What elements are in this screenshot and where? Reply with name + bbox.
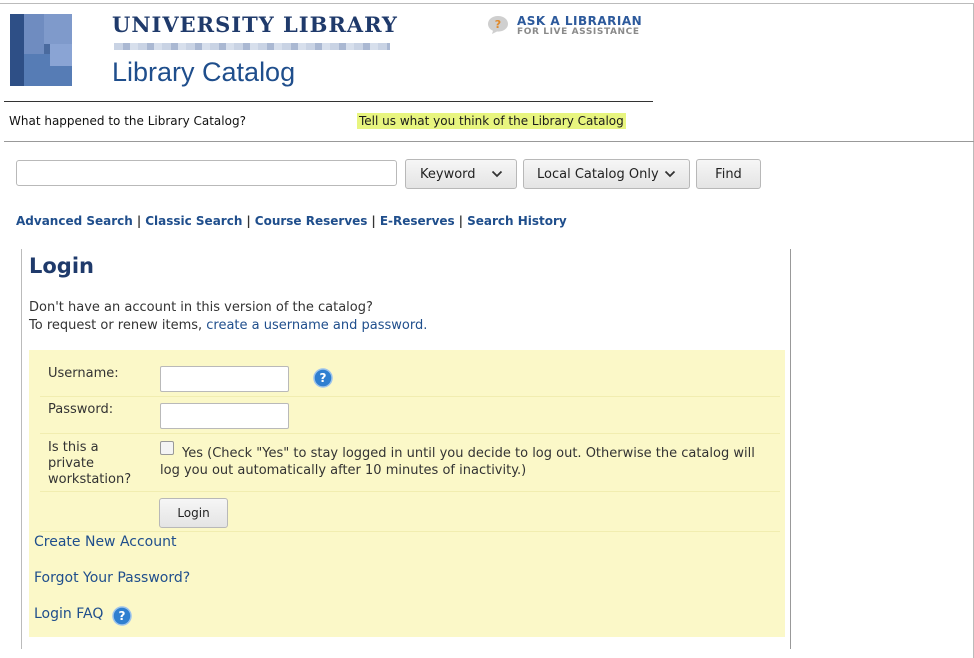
intro-prefix: To request or renew items, [29,318,207,333]
university-subtitle-bar [114,43,390,50]
chevron-down-icon [664,170,676,178]
ask-librarian-subtitle[interactable]: FOR LIVE ASSISTANCE [517,27,640,37]
header-divider [4,101,653,102]
what-happened-link[interactable]: What happened to the Library Catalog? [9,114,246,128]
create-account-link[interactable]: Create New Account [34,534,176,550]
content-panel-border-left [21,249,22,649]
form-row-divider [40,396,780,397]
find-button[interactable]: Find [696,159,761,189]
search-type-dropdown[interactable]: Keyword [405,159,517,189]
forgot-password-link[interactable]: Forgot Your Password? [34,570,190,586]
help-icon[interactable]: ? [313,368,333,388]
link-separator: | [246,214,251,228]
library-logo[interactable] [10,14,72,86]
password-field[interactable] [160,403,289,429]
svg-text:?: ? [495,18,501,31]
search-input[interactable] [16,160,397,186]
login-form [29,350,785,637]
catalog-title[interactable]: Library Catalog [112,57,295,88]
private-workstation-description: Yes (Check "Yes" to stay logged in until… [160,446,755,478]
link-separator: | [458,214,464,228]
link-separator: | [371,214,376,228]
link-separator: | [136,214,142,228]
question-bubble-icon[interactable]: ? [487,15,509,35]
form-row-divider [40,531,780,532]
search-scope-selected: Local Catalog Only [537,166,659,182]
login-button[interactable]: Login [159,498,228,528]
username-field[interactable] [160,366,289,392]
login-faq-link[interactable]: Login FAQ [34,606,103,622]
chevron-down-icon [491,170,503,178]
notice-divider [4,141,974,142]
ask-librarian-link[interactable]: ASK A LIBRARIAN [517,14,642,28]
university-name[interactable]: UNIVERSITY LIBRARY [112,12,398,37]
search-type-selected: Keyword [420,166,476,182]
e-reserves-link[interactable]: E-Reserves [380,214,455,228]
course-reserves-link[interactable]: Course Reserves [255,214,368,228]
advanced-search-link[interactable]: Advanced Search [16,214,133,228]
svg-text:?: ? [119,609,126,623]
search-scope-dropdown[interactable]: Local Catalog Only [523,159,690,189]
feedback-link[interactable]: Tell us what you think of the Library Ca… [357,113,626,129]
content-panel-border-right [790,249,791,649]
classic-search-link[interactable]: Classic Search [145,214,242,228]
password-label: Password: [48,402,114,417]
intro-text-request: To request or renew items, create a user… [29,318,427,333]
username-label: Username: [48,366,119,381]
page-frame-top [0,3,974,4]
help-icon[interactable]: ? [112,606,132,626]
search-history-link[interactable]: Search History [467,214,567,228]
page-title: Login [29,254,94,278]
create-username-link[interactable]: create a username and password. [206,318,427,333]
search-links-nav: Advanced Search | Classic Search | Course Re… [16,214,567,228]
form-row-divider [40,491,780,492]
private-workstation-label: Is this a private workstation? [48,440,132,487]
intro-text: Don't have an account in this version of… [29,300,373,315]
svg-text:?: ? [320,371,327,385]
form-row-divider [40,433,780,434]
